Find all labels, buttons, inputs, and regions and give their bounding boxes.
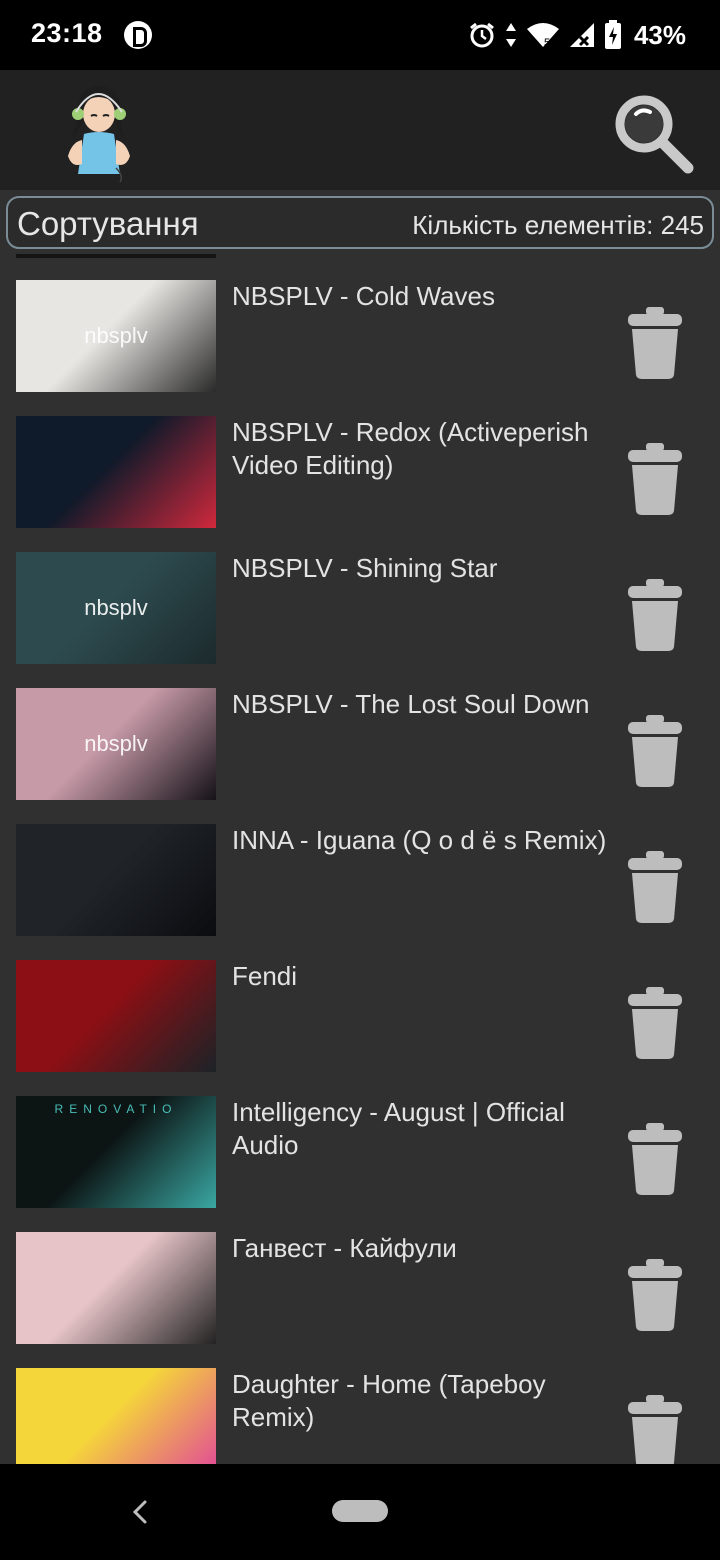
- search-icon[interactable]: [612, 92, 694, 174]
- delete-icon[interactable]: [624, 305, 686, 381]
- status-icons: 5 43%: [468, 16, 686, 54]
- thumbnail-caption: nbsplv: [84, 323, 148, 348]
- list-item[interactable]: Daughter - Home (Tapeboy Remix): [0, 1368, 720, 1464]
- delete-icon[interactable]: [624, 1393, 686, 1464]
- thumbnail-caption: RENOVATIO: [54, 1102, 178, 1116]
- list-item[interactable]: nbsplv NBSPLV - Cold Waves: [0, 280, 720, 416]
- track-title[interactable]: Ганвест - Кайфули: [232, 1232, 612, 1265]
- app-bar: [0, 70, 720, 190]
- list-item[interactable]: RENOVATIO Intelligency - August | Officia…: [0, 1096, 720, 1232]
- video-thumbnail[interactable]: [16, 1232, 216, 1344]
- back-icon[interactable]: [128, 1494, 152, 1530]
- list-item[interactable]: Fendi: [0, 960, 720, 1096]
- video-thumbnail[interactable]: [16, 416, 216, 528]
- wifi-icon: 5: [526, 23, 559, 49]
- delete-icon[interactable]: [624, 1257, 686, 1333]
- track-title[interactable]: Daughter - Home (Tapeboy Remix): [232, 1368, 612, 1434]
- delete-icon[interactable]: [624, 985, 686, 1061]
- list-item[interactable]: Ганвест - Кайфули: [0, 1232, 720, 1368]
- item-count: Кількість елементів: 245: [412, 210, 704, 240]
- svg-text:5: 5: [544, 37, 550, 49]
- status-bar: 23:18 5 43%: [0, 0, 720, 70]
- status-time: 23:18: [31, 18, 103, 48]
- video-thumbnail[interactable]: [16, 960, 216, 1072]
- partial-list-item: [16, 254, 216, 258]
- thumbnail-caption: nbsplv: [84, 731, 148, 756]
- list-item[interactable]: NBSPLV - Redox (Activeperish Video Editi…: [0, 416, 720, 552]
- avatar[interactable]: [58, 78, 138, 184]
- sort-bar[interactable]: Сортування Кількість елементів: 245: [6, 196, 714, 249]
- alarm-icon: [470, 22, 494, 48]
- delete-icon[interactable]: [624, 849, 686, 925]
- track-title[interactable]: INNA - Iguana (Q o d ё s Remix): [232, 824, 612, 857]
- track-list[interactable]: Сортування Кількість елементів: 245 nbsp…: [0, 190, 720, 1464]
- video-thumbnail[interactable]: nbsplv: [16, 552, 216, 664]
- video-thumbnail[interactable]: RENOVATIO: [16, 1096, 216, 1208]
- video-thumbnail[interactable]: [16, 1368, 216, 1464]
- thumbnail-caption: nbsplv: [84, 595, 148, 620]
- delete-icon[interactable]: [624, 441, 686, 517]
- video-thumbnail[interactable]: nbsplv: [16, 688, 216, 800]
- track-title[interactable]: Intelligency - August | Official Audio: [232, 1096, 612, 1162]
- delete-icon[interactable]: [624, 577, 686, 653]
- home-pill-icon[interactable]: [332, 1500, 388, 1522]
- battery-percent: 43%: [633, 19, 686, 50]
- list-item[interactable]: nbsplv NBSPLV - The Lost Soul Down: [0, 688, 720, 824]
- track-title[interactable]: NBSPLV - Shining Star: [232, 552, 612, 585]
- signal-icon: [569, 23, 594, 47]
- track-title[interactable]: NBSPLV - The Lost Soul Down: [232, 688, 612, 721]
- track-title[interactable]: Fendi: [232, 960, 612, 993]
- data-arrows-icon: [505, 23, 516, 47]
- track-title[interactable]: NBSPLV - Cold Waves: [232, 280, 612, 313]
- track-title[interactable]: NBSPLV - Redox (Activeperish Video Editi…: [232, 416, 612, 482]
- delete-icon[interactable]: [624, 1121, 686, 1197]
- sort-button[interactable]: Сортування: [17, 205, 199, 243]
- navigation-bar: [0, 1464, 720, 1560]
- list-item[interactable]: INNA - Iguana (Q o d ё s Remix): [0, 824, 720, 960]
- delete-icon[interactable]: [624, 713, 686, 789]
- notification-icon: [124, 21, 152, 49]
- video-thumbnail[interactable]: nbsplv: [16, 280, 216, 392]
- list-item[interactable]: nbsplv NBSPLV - Shining Star: [0, 552, 720, 688]
- video-thumbnail[interactable]: [16, 824, 216, 936]
- battery-charging-icon: [604, 20, 621, 49]
